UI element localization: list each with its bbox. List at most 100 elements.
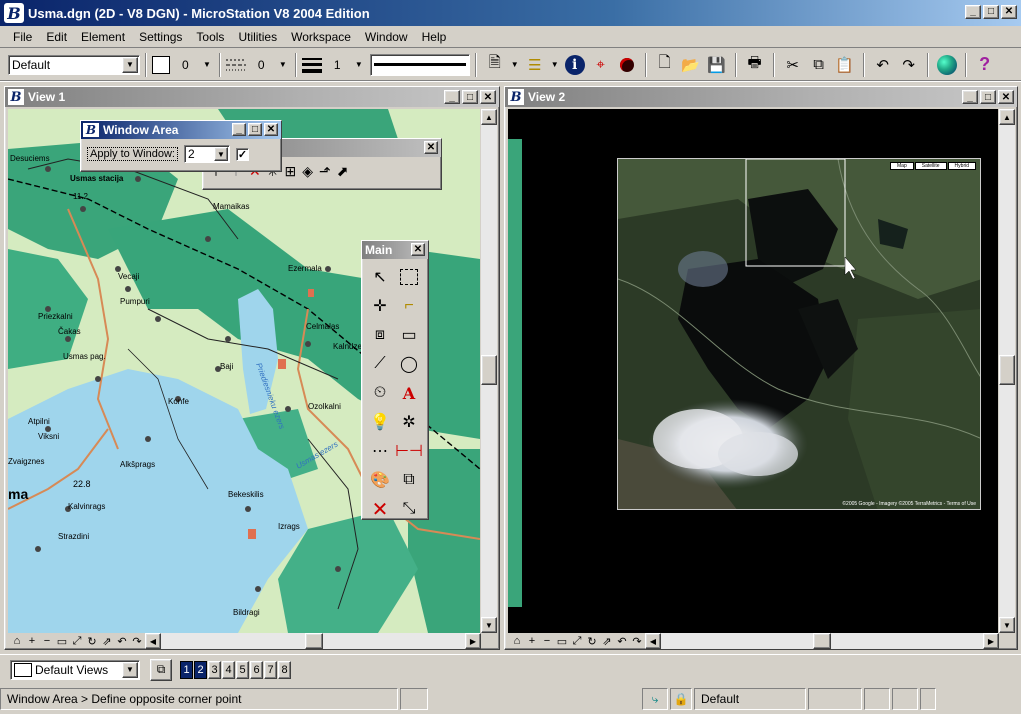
menu-edit[interactable]: Edit — [39, 30, 74, 44]
apply-to-window-checkbox[interactable]: ✓ — [235, 147, 249, 161]
update-view-icon[interactable]: ⌂ — [11, 635, 23, 647]
line-icon[interactable]: ⟋ — [366, 350, 394, 378]
scroll-left-icon[interactable]: ◀ — [145, 633, 161, 649]
zoom-in-icon[interactable]: + — [526, 635, 538, 647]
menu-file[interactable]: File — [6, 30, 39, 44]
rotate-view-icon[interactable]: ↻ — [86, 635, 98, 648]
weight-dropdown-icon[interactable]: ▼ — [355, 60, 363, 69]
view-control-close-button[interactable]: ✕ — [424, 141, 438, 154]
menu-workspace[interactable]: Workspace — [284, 30, 358, 44]
cell-icon[interactable]: ⏲ — [366, 379, 394, 407]
view-toggle-2[interactable]: 2 — [194, 660, 207, 679]
view-toggle-5[interactable]: 5 — [236, 660, 249, 679]
undo-icon[interactable]: ↶ — [871, 53, 895, 77]
view-previous-icon[interactable]: ↶ — [616, 635, 628, 648]
view-next-icon[interactable]: ↷ — [631, 635, 643, 648]
level-select[interactable]: Default ▼ — [8, 54, 140, 75]
active-line-preview[interactable] — [369, 53, 470, 76]
target-icon[interactable]: ◈ — [302, 163, 313, 180]
palette-icon[interactable]: 🎨 — [366, 466, 394, 494]
color-dropdown-icon[interactable]: ▼ — [203, 60, 211, 69]
window-area-title-bar[interactable]: B Window Area _ □ ✕ — [81, 121, 281, 139]
fence-icon[interactable] — [400, 269, 418, 285]
view-toggle-4[interactable]: 4 — [222, 660, 235, 679]
new-icon[interactable]: 🗋 — [653, 53, 677, 77]
window-area-maximize-button[interactable]: □ — [248, 123, 262, 136]
manipulate-icon[interactable]: ⧈ — [366, 321, 394, 349]
chevron-down-icon[interactable]: ▼ — [213, 147, 228, 161]
view-1-title-bar[interactable]: B View 1 _ □ ✕ — [5, 87, 499, 107]
view-toggle-1[interactable]: 1 — [180, 660, 193, 679]
view-2-horizontal-scrollbar[interactable]: ◀ ▶ — [645, 633, 999, 649]
paste-icon[interactable]: 📋 — [833, 53, 857, 77]
pan-view-icon[interactable]: ⇗ — [101, 635, 113, 648]
view-2-vertical-scrollbar[interactable]: ▲ ▼ — [999, 109, 1015, 633]
tab-hybrid[interactable]: Hybrid — [947, 162, 976, 170]
fit-view-icon[interactable]: ⤢ — [71, 635, 83, 648]
view-2-horizontal-thumb[interactable] — [813, 633, 831, 649]
zoom-out-icon[interactable]: − — [541, 635, 553, 647]
apply-to-window-label[interactable]: Apply to Window: — [87, 147, 178, 161]
view-grid-icon[interactable]: ⊞ — [284, 163, 296, 180]
chevron-down-icon[interactable]: ▼ — [122, 56, 138, 73]
view-2-close-button[interactable]: ✕ — [998, 90, 1014, 104]
chevron-down-icon[interactable]: ▼ — [551, 60, 559, 69]
snap-mode-icon[interactable]: ⤷ — [642, 688, 668, 710]
menu-element[interactable]: Element — [74, 30, 132, 44]
view-1-horizontal-scrollbar[interactable]: ◀ ▶ — [145, 633, 481, 649]
main-palette-close-button[interactable]: ✕ — [411, 243, 425, 256]
scroll-right-icon[interactable]: ▶ — [465, 633, 481, 649]
line-style-icon[interactable] — [225, 57, 246, 73]
scroll-down-icon[interactable]: ▼ — [999, 617, 1015, 633]
measure-icon[interactable]: ⌐ — [395, 292, 423, 320]
views-dialog-button[interactable]: ⧉ — [150, 658, 172, 681]
lock-icon[interactable]: 🔒 — [670, 688, 692, 710]
line-weight-icon[interactable] — [301, 57, 322, 73]
view-toggle-3[interactable]: 3 — [208, 660, 221, 679]
scroll-up-icon[interactable]: ▲ — [999, 109, 1015, 125]
redo-icon[interactable]: ↷ — [897, 53, 921, 77]
window-area-icon[interactable]: ▭ — [56, 635, 68, 648]
chevron-down-icon[interactable]: ▼ — [122, 661, 138, 678]
rectangle-icon[interactable]: ▭ — [395, 321, 423, 349]
minimize-button[interactable]: _ — [965, 5, 981, 19]
menu-window[interactable]: Window — [358, 30, 415, 44]
select-icon[interactable]: ⌖ — [589, 53, 613, 77]
window-area-close-button[interactable]: ✕ — [264, 123, 278, 136]
update-view-icon[interactable]: ⌂ — [511, 635, 523, 647]
copy-element-icon[interactable]: ⧉ — [395, 466, 423, 494]
view-2-maximize-button[interactable]: □ — [980, 90, 996, 104]
close-button[interactable]: ✕ — [1001, 5, 1017, 19]
scroll-right-icon[interactable]: ▶ — [983, 633, 999, 649]
scroll-up-icon[interactable]: ▲ — [481, 109, 497, 125]
maximize-button[interactable]: □ — [983, 5, 999, 19]
color-swatch[interactable] — [152, 55, 170, 74]
view-1-minimize-button[interactable]: _ — [444, 90, 460, 104]
view-toggle-8[interactable]: 8 — [278, 660, 291, 679]
info-icon[interactable]: i — [563, 53, 587, 77]
view-2-vertical-thumb[interactable] — [999, 355, 1015, 385]
menu-settings[interactable]: Settings — [132, 30, 189, 44]
open-icon[interactable]: 📂 — [679, 53, 703, 77]
level-manager-icon[interactable]: ☰ — [523, 53, 547, 77]
scroll-left-icon[interactable]: ◀ — [645, 633, 661, 649]
view-2-minimize-button[interactable]: _ — [962, 90, 978, 104]
chevron-down-icon[interactable]: ▼ — [511, 60, 519, 69]
new-file-icon[interactable]: 🗎 — [483, 53, 507, 77]
view-1-vertical-scrollbar[interactable]: ▲ ▼ — [481, 109, 497, 633]
dimension-icon[interactable]: ⋯ — [366, 437, 394, 465]
window-number-select[interactable]: 2 ▼ — [183, 145, 230, 163]
menu-utilities[interactable]: Utilities — [231, 30, 284, 44]
circle-icon[interactable]: ◯ — [395, 350, 423, 378]
window-area-minimize-button[interactable]: _ — [232, 123, 246, 136]
dimension-linear-icon[interactable]: ⊢⊣ — [395, 437, 423, 465]
save-icon[interactable]: 💾 — [705, 53, 729, 77]
view-1-vertical-thumb[interactable] — [481, 355, 497, 385]
tentative-point-icon[interactable]: ✛ — [366, 292, 394, 320]
view-1-horizontal-thumb[interactable] — [305, 633, 323, 649]
record-icon[interactable] — [615, 53, 639, 77]
view-2-canvas[interactable]: Map Satellite Hybrid ©2005 Google - Imag… — [508, 109, 998, 633]
text-icon[interactable]: A — [395, 379, 423, 407]
scroll-down-icon[interactable]: ▼ — [481, 617, 497, 633]
main-palette-title-bar[interactable]: Main ✕ — [362, 241, 428, 259]
